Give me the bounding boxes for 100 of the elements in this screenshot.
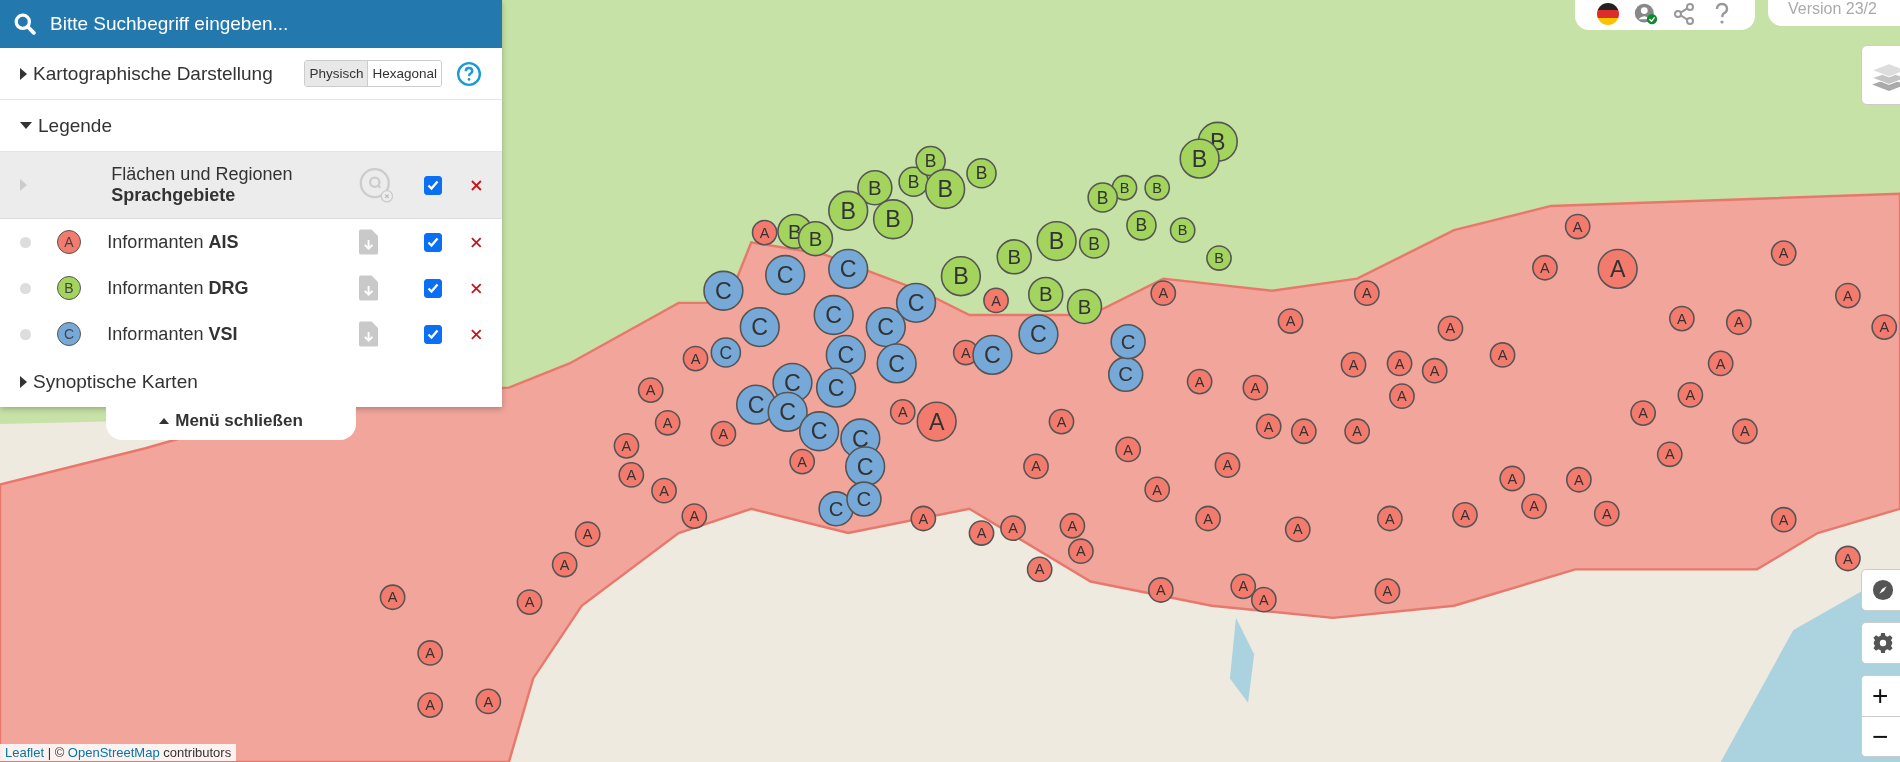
map-marker[interactable]: A	[1835, 282, 1861, 309]
map-marker[interactable]: A	[1770, 240, 1797, 267]
mode-toggle[interactable]: Physisch	[305, 61, 368, 86]
map-marker[interactable]: B	[1169, 217, 1196, 244]
map-marker[interactable]: A	[1048, 408, 1075, 435]
map-marker[interactable]: A	[613, 432, 640, 459]
checkbox[interactable]	[424, 324, 443, 344]
map-marker[interactable]: A	[1669, 305, 1695, 332]
checkbox[interactable]	[424, 232, 443, 252]
checkbox[interactable]	[424, 278, 443, 298]
map-marker[interactable]: B	[966, 157, 997, 189]
map-marker[interactable]: A	[618, 461, 645, 488]
map-marker[interactable]: B	[940, 256, 982, 297]
zoom-out-button[interactable]: −	[1862, 716, 1900, 756]
map-marker[interactable]: A	[417, 692, 444, 718]
map-marker[interactable]: C	[703, 270, 744, 311]
map-marker[interactable]: C	[1110, 323, 1146, 360]
map-marker[interactable]: A	[1023, 453, 1049, 480]
map-marker[interactable]: A	[1452, 501, 1478, 528]
map-marker[interactable]: A	[475, 688, 502, 715]
map-marker[interactable]: A	[651, 477, 677, 504]
map-marker[interactable]: A	[1150, 280, 1177, 307]
map-marker[interactable]: A	[968, 520, 995, 546]
map-marker[interactable]: A	[751, 219, 778, 246]
map-marker[interactable]: A	[1564, 213, 1591, 240]
map-marker[interactable]: C	[845, 446, 886, 487]
map-marker[interactable]: B	[1078, 228, 1110, 259]
map-marker[interactable]: A	[1725, 309, 1752, 336]
map-marker[interactable]: C	[895, 282, 937, 324]
map-marker[interactable]: A	[1147, 577, 1174, 603]
remove-icon[interactable]	[471, 236, 482, 248]
map-marker[interactable]: A	[1144, 476, 1171, 503]
map-marker[interactable]: A	[1186, 368, 1213, 395]
remove-icon[interactable]	[471, 179, 482, 191]
map-marker[interactable]: A	[1566, 466, 1592, 493]
map-marker[interactable]: A	[1290, 418, 1317, 445]
map-marker[interactable]: B	[1027, 276, 1064, 313]
map-marker[interactable]: A	[1376, 505, 1403, 532]
map-marker[interactable]: A	[1707, 350, 1734, 377]
map-marker[interactable]: C	[828, 248, 869, 290]
map-marker[interactable]: A	[1389, 383, 1415, 410]
user-icon[interactable]	[1634, 2, 1658, 26]
map-marker[interactable]: A	[1000, 515, 1026, 542]
map-marker[interactable]: A	[1242, 374, 1269, 401]
map-marker[interactable]: A	[1499, 465, 1526, 492]
map-marker[interactable]: A	[1284, 516, 1311, 543]
map-marker[interactable]: A	[1230, 573, 1257, 600]
map-marker[interactable]: A	[916, 401, 957, 442]
attribution-link[interactable]: OpenStreetMap	[67, 745, 160, 760]
map-marker[interactable]: A	[889, 399, 916, 425]
map-marker[interactable]: A	[1593, 500, 1620, 527]
map-marker[interactable]: C	[798, 411, 840, 452]
remove-icon[interactable]	[471, 328, 482, 340]
map-marker[interactable]: A	[1340, 351, 1367, 378]
map-marker[interactable]: C	[876, 343, 917, 384]
mode-toggle[interactable]: Hexagonal	[367, 61, 441, 86]
remove-icon[interactable]	[471, 282, 482, 294]
map-marker[interactable]: C	[972, 334, 1013, 376]
map-marker[interactable]: B	[1066, 288, 1103, 325]
checkbox[interactable]	[423, 175, 443, 195]
map-marker[interactable]: A	[1374, 578, 1401, 605]
map-marker[interactable]: A	[1059, 512, 1086, 539]
map-marker[interactable]: B	[1087, 182, 1118, 213]
map-marker[interactable]: A	[983, 287, 1009, 314]
map-marker[interactable]: A	[910, 505, 937, 532]
map-marker[interactable]: A	[1255, 413, 1282, 440]
map-marker[interactable]: A	[1835, 545, 1861, 572]
map-marker[interactable]: A	[1597, 248, 1638, 290]
map-marker[interactable]: A	[1421, 357, 1448, 384]
map-marker[interactable]: A	[654, 409, 681, 436]
map-marker[interactable]: C	[765, 254, 806, 296]
section-header[interactable]: Kartographische Darstellung	[33, 62, 273, 85]
map-marker[interactable]: A	[1521, 493, 1547, 520]
map-marker[interactable]: A	[1277, 308, 1304, 334]
drag-handle-icon[interactable]	[20, 328, 31, 340]
map-marker[interactable]: B	[1126, 210, 1157, 241]
search-field[interactable]: Bitte Suchbegriff eingeben...	[0, 0, 502, 48]
map-marker[interactable]: A	[1677, 382, 1704, 408]
map-marker[interactable]: A	[551, 551, 578, 578]
map-marker[interactable]: C	[1018, 314, 1059, 355]
map-marker[interactable]: C	[710, 337, 742, 368]
map-marker[interactable]: A	[574, 521, 601, 548]
map-marker[interactable]: A	[379, 584, 406, 611]
map-marker[interactable]: A	[1353, 280, 1380, 307]
map-marker[interactable]: B	[996, 239, 1032, 275]
map-marker[interactable]: A	[1656, 441, 1683, 468]
map-marker[interactable]: B	[828, 190, 869, 231]
map-marker[interactable]: A	[1532, 254, 1558, 281]
map-marker[interactable]: C	[846, 481, 882, 517]
drag-handle-icon[interactable]	[20, 282, 31, 294]
map-marker[interactable]: A	[1195, 505, 1221, 532]
map-marker[interactable]: A	[1732, 418, 1758, 445]
map-marker[interactable]: A	[516, 589, 543, 615]
map-marker[interactable]: A	[637, 377, 664, 403]
map-marker[interactable]: A	[1344, 418, 1371, 445]
map-marker[interactable]: C	[1107, 356, 1144, 393]
map-marker[interactable]: A	[1489, 342, 1516, 368]
map-marker[interactable]: B	[1144, 174, 1171, 201]
map-marker[interactable]: C	[739, 306, 780, 348]
compass-button[interactable]	[1861, 569, 1900, 611]
